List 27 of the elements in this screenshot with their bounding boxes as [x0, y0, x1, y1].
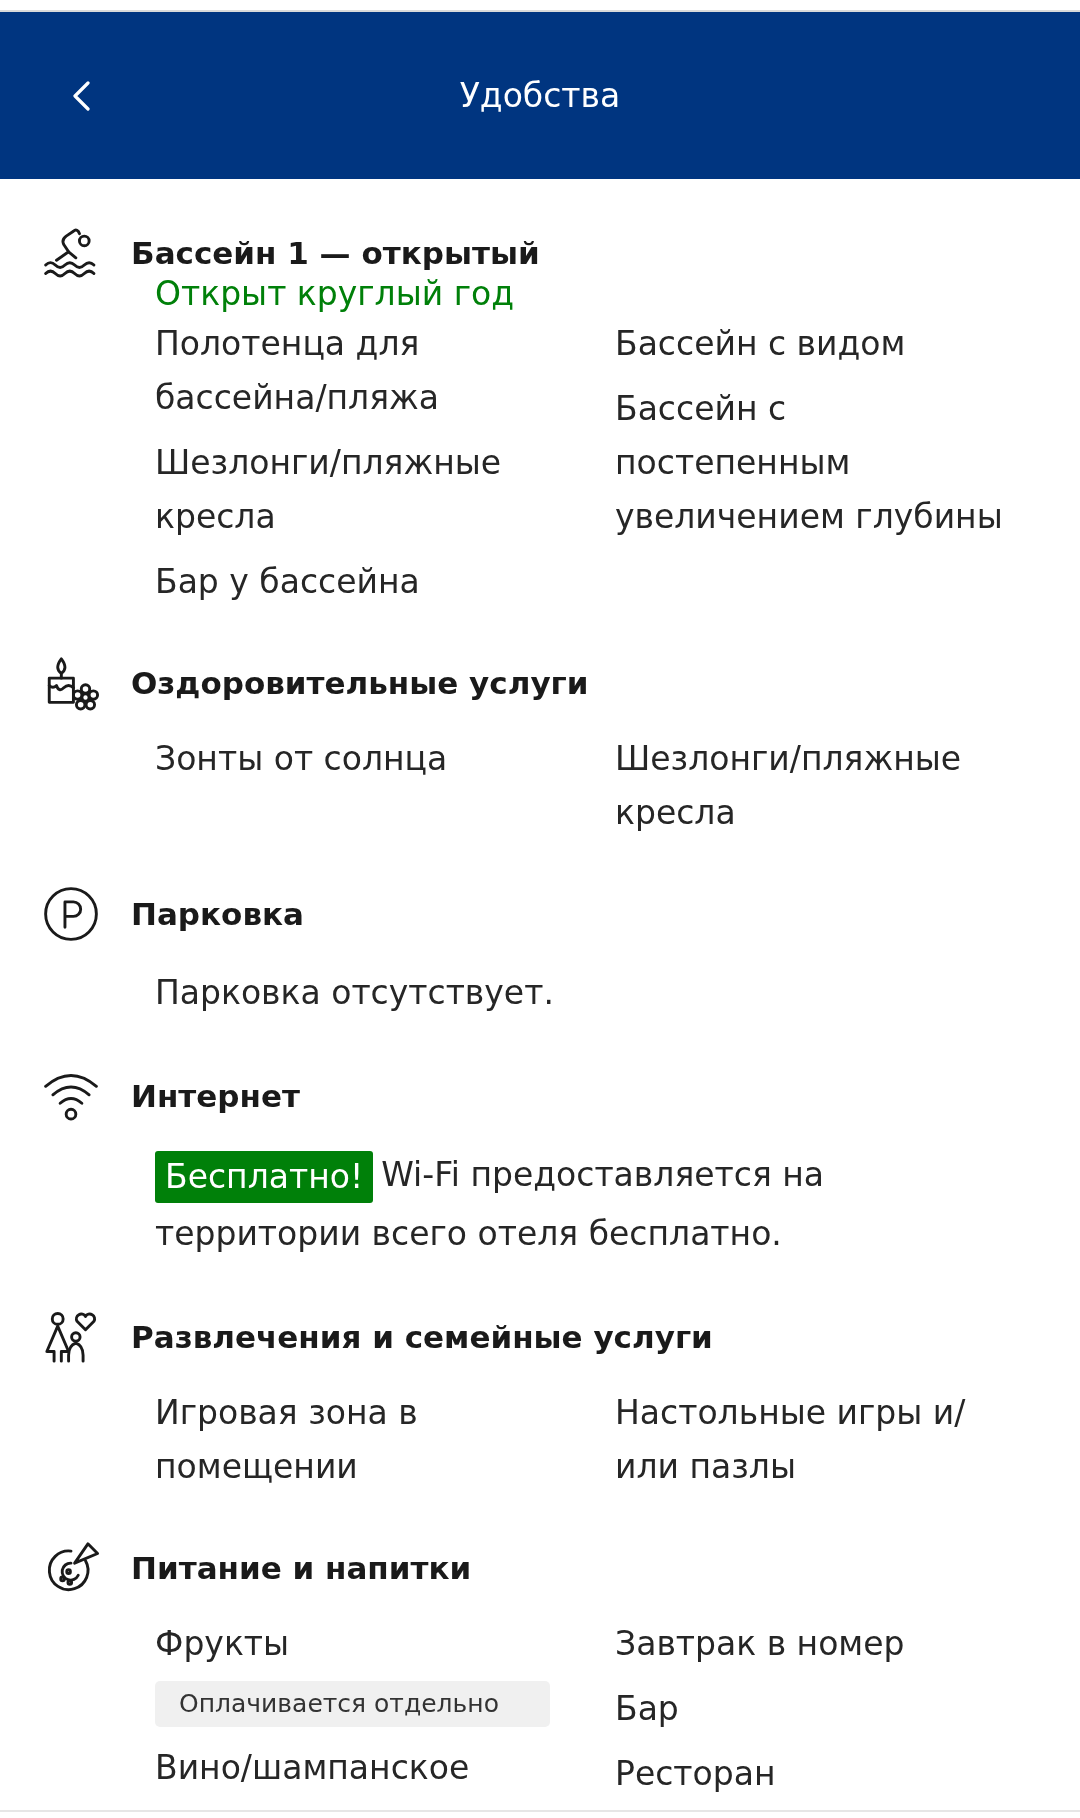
status-text: Открыт круглый год: [155, 275, 515, 313]
amenity-text: Полотенца для бассейна/пляжа: [155, 323, 440, 419]
amenity-text: Игровая зона в помещении: [155, 1392, 419, 1488]
amenity-text: Зонты от солнца: [155, 738, 448, 780]
amenity-text: Бар у бассейна: [155, 561, 420, 603]
description-text: Парковка отсутствует.: [155, 972, 554, 1014]
chevron-left-icon: [72, 80, 90, 111]
description-text: Бесплатно! Wi-Fi предоставляется на территории всего отеля бесплатно.: [155, 1145, 1015, 1263]
amenity-text: Бассейн с видом: [615, 323, 906, 365]
section-title: Интернет: [131, 1077, 300, 1116]
section-title: Бассейн 1 — открытый: [131, 234, 540, 273]
extra-charge-tag: Оплачивается отдельно: [155, 1681, 550, 1727]
section-title: Развлечения и семейные услуги: [131, 1318, 713, 1357]
amenity-text: Ресторан: [615, 1753, 776, 1795]
section-title: Питание и напитки: [131, 1549, 472, 1588]
amenity-text: Настольные игры и/или пазлы: [615, 1392, 967, 1488]
screen-title: Удобства: [459, 74, 621, 117]
amenity-text: Фрукты: [155, 1623, 290, 1665]
amenity-text: Шезлонги/пляжные кресла: [155, 442, 503, 538]
amenity-text: Завтрак в номер: [615, 1623, 905, 1665]
section-title: Парковка: [131, 895, 304, 934]
amenity-text: Бассейн с постепенным увеличением глубины: [615, 388, 1004, 538]
amenity-text: Шезлонги/пляжные кресла: [615, 738, 963, 834]
amenity-text: Вино/шампанское: [155, 1747, 470, 1789]
parking-icon: [42, 885, 100, 943]
section-title: Оздоровительные услуги: [131, 664, 589, 703]
amenity-text: Бар: [615, 1688, 679, 1730]
